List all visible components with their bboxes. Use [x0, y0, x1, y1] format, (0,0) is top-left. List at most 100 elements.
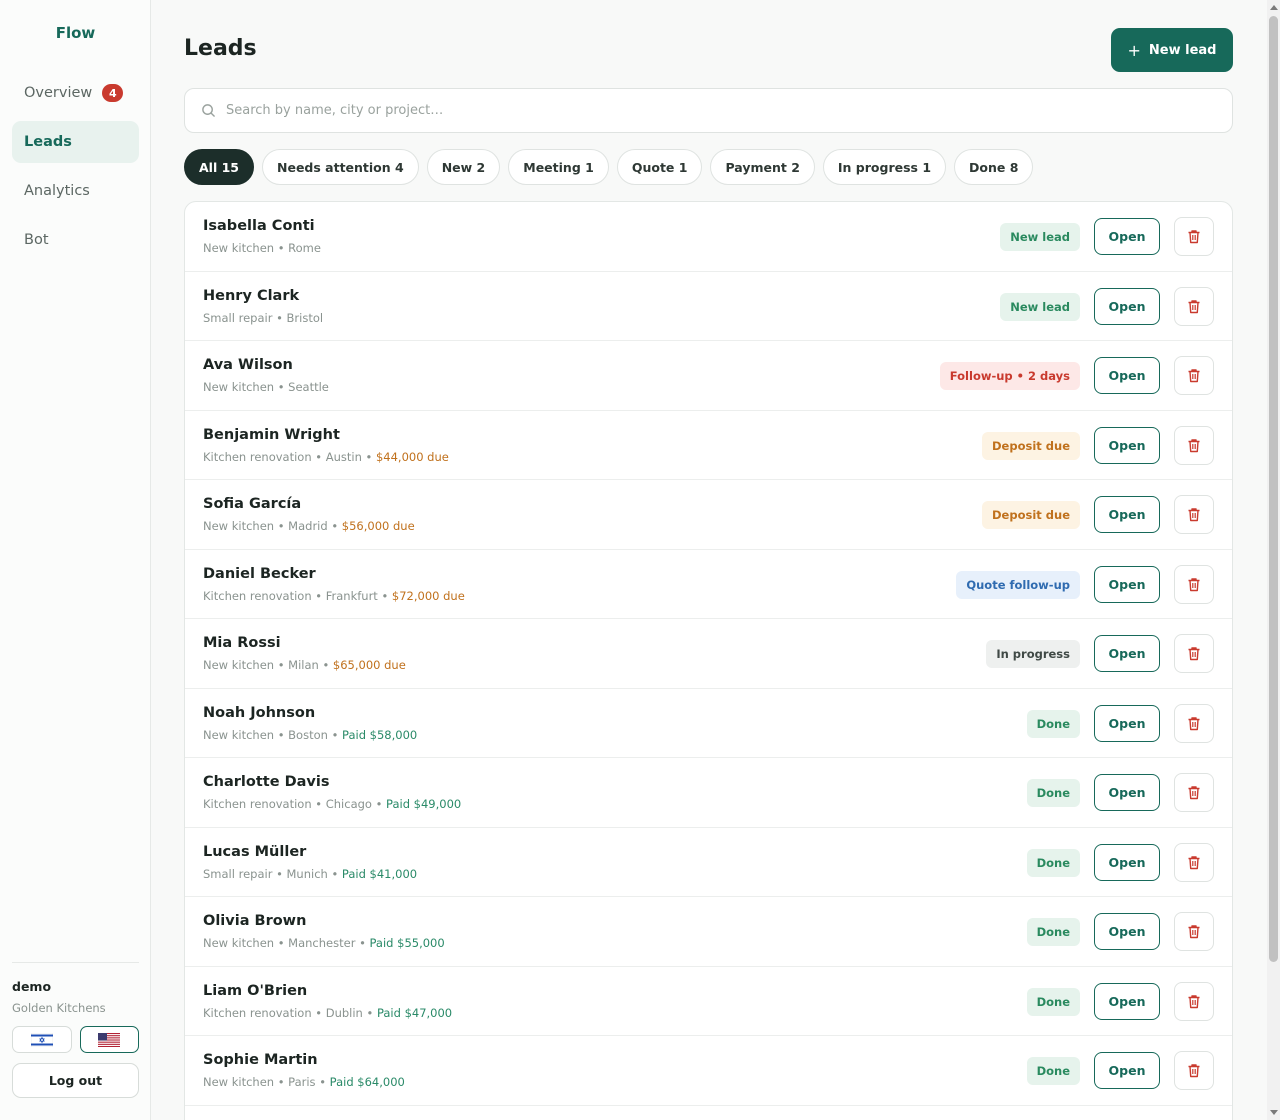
- open-lead-button[interactable]: Open: [1094, 704, 1160, 742]
- lead-details: Small repair • Bristol: [203, 311, 323, 325]
- filter-chip[interactable]: Meeting 1: [508, 149, 609, 185]
- lead-details: Kitchen renovation • Chicago • Paid $49,…: [203, 797, 461, 811]
- trash-icon: [1188, 230, 1200, 244]
- filter-chip[interactable]: Quote 1: [616, 149, 703, 185]
- open-lead-button[interactable]: Open: [1094, 982, 1160, 1020]
- lead-amount: Paid $47,000: [376, 1005, 453, 1020]
- lead-project-city: New kitchen • Milan •: [203, 658, 333, 672]
- delete-lead-button[interactable]: [1174, 356, 1214, 395]
- trash-icon: [1188, 786, 1200, 800]
- delete-lead-button[interactable]: [1174, 217, 1214, 256]
- delete-lead-button[interactable]: [1174, 425, 1214, 465]
- logout-button[interactable]: Log out: [12, 1063, 139, 1098]
- delete-lead-button[interactable]: [1174, 495, 1214, 534]
- lead-name: Sophie Martin: [203, 1052, 318, 1068]
- trash-icon: [1188, 508, 1200, 522]
- notification-badge: 4: [102, 84, 124, 102]
- brand-logo[interactable]: Flow: [0, 24, 151, 42]
- lead-amount: Paid $64,000: [329, 1075, 405, 1089]
- lead-name: Daniel Becker: [203, 565, 316, 582]
- open-lead-button[interactable]: Open: [1094, 774, 1160, 811]
- lead-project-city: New kitchen • Paris •: [203, 1075, 330, 1089]
- sidebar-item-label: Analytics: [24, 183, 90, 199]
- trash-icon: [1188, 925, 1200, 939]
- new-lead-label: New lead: [1148, 42, 1217, 58]
- lead-row: Henry Clark Small repair • Bristol New lea…: [185, 272, 1232, 341]
- lead-name: Lucas Müller: [203, 843, 307, 860]
- lead-amount: Paid $55,000: [369, 936, 445, 950]
- status-badge: Done: [1026, 779, 1080, 807]
- delete-lead-button[interactable]: [1174, 1051, 1214, 1090]
- lead-project-city: Kitchen renovation • Chicago •: [203, 797, 387, 811]
- lead-project-city: Kitchen renovation • Dublin •: [203, 1005, 377, 1020]
- filter-chip[interactable]: Payment 2: [710, 149, 815, 185]
- lead-row: Mia Rossi New kitchen • Milan • $65,000 d…: [185, 619, 1232, 689]
- delete-lead-button[interactable]: [1174, 634, 1214, 673]
- search-bar: [184, 88, 1233, 133]
- status-badge: Done: [1026, 918, 1080, 946]
- lead-amount: Paid $49,000: [386, 797, 462, 811]
- open-lead-button[interactable]: Open: [1094, 287, 1160, 325]
- trash-icon: [1188, 438, 1200, 452]
- open-lead-button[interactable]: Open: [1094, 635, 1160, 672]
- language-hebrew-button[interactable]: [12, 1026, 72, 1053]
- trash-icon: [1188, 994, 1200, 1008]
- delete-lead-button[interactable]: [1174, 286, 1214, 326]
- lead-amount: $72,000 due: [391, 588, 465, 603]
- sidebar-item-label: Bot: [24, 232, 49, 248]
- sidebar-item-bot[interactable]: Bot: [12, 219, 139, 261]
- open-lead-button[interactable]: Open: [1094, 218, 1160, 255]
- open-lead-button[interactable]: Open: [1094, 357, 1160, 394]
- lead-details: New kitchen • Milan • $65,000 due: [203, 658, 406, 672]
- sidebar-item-overview[interactable]: Overview 4: [12, 72, 139, 114]
- search-input[interactable]: [226, 103, 1126, 118]
- delete-lead-button[interactable]: [1174, 564, 1214, 604]
- filter-chip[interactable]: In progress 1: [822, 149, 947, 185]
- lead-details: Kitchen renovation • Dublin • Paid $47,0…: [203, 1006, 452, 1020]
- open-lead-button[interactable]: Open: [1094, 426, 1160, 464]
- status-badge: In progress: [986, 640, 1080, 668]
- delete-lead-button[interactable]: [1174, 912, 1214, 951]
- lead-name: Noah Johnson: [203, 704, 316, 721]
- open-lead-button[interactable]: Open: [1094, 496, 1160, 533]
- filter-chip[interactable]: New 2: [426, 149, 501, 185]
- scroll-down-arrow-icon[interactable]: [1270, 1110, 1278, 1115]
- scroll-thumb[interactable]: [1269, 16, 1278, 962]
- lead-details: Kitchen renovation • Austin • $44,000 du…: [203, 450, 449, 464]
- scroll-up-arrow-icon[interactable]: [1270, 5, 1278, 10]
- lead-name: Ava Wilson: [203, 357, 293, 373]
- us-flag-icon: [98, 1032, 121, 1047]
- status-badge: New lead: [1000, 223, 1080, 251]
- delete-lead-button[interactable]: [1174, 703, 1214, 743]
- sidebar-item-analytics[interactable]: Analytics: [12, 170, 139, 212]
- sidebar-nav: Overview 4 Leads Analytics Bot: [12, 72, 139, 268]
- lead-row: Benjamin Wright Kitchen renovation • Aust…: [185, 411, 1232, 480]
- filter-chip[interactable]: All 15: [184, 149, 254, 185]
- filter-chip[interactable]: Needs attention 4: [262, 149, 419, 185]
- sidebar-item-leads[interactable]: Leads: [12, 121, 139, 163]
- trash-icon: [1188, 1064, 1200, 1078]
- filter-chip[interactable]: Done 8: [954, 149, 1034, 185]
- trash-icon: [1188, 647, 1200, 661]
- delete-lead-button[interactable]: [1174, 773, 1214, 812]
- lead-row: Daniel Becker Kitchen renovation • Frankf…: [185, 550, 1232, 619]
- open-lead-button[interactable]: Open: [1094, 843, 1160, 881]
- language-switcher: [12, 1026, 139, 1053]
- open-lead-button[interactable]: Open: [1094, 913, 1160, 950]
- language-english-button[interactable]: [79, 1026, 139, 1053]
- user-organization: Golden Kitchens: [12, 1001, 106, 1015]
- open-lead-button[interactable]: Open: [1094, 1052, 1160, 1089]
- lead-details: New kitchen • Manchester • Paid $55,000: [203, 936, 445, 950]
- delete-lead-button[interactable]: [1174, 981, 1214, 1021]
- status-badge: Done: [1026, 1057, 1080, 1085]
- lead-name: Benjamin Wright: [203, 426, 340, 443]
- lead-row: Sophie Martin New kitchen • Paris • Paid …: [185, 1036, 1232, 1106]
- plus-icon: +: [1127, 40, 1141, 60]
- delete-lead-button[interactable]: [1174, 842, 1214, 882]
- page-scrollbar[interactable]: [1267, 0, 1280, 1120]
- lead-row: Olivia Brown New kitchen • Manchester • P…: [185, 897, 1232, 967]
- new-lead-button[interactable]: + New lead: [1111, 28, 1233, 72]
- open-lead-button[interactable]: Open: [1094, 565, 1160, 603]
- status-badge: Deposit due: [982, 501, 1080, 529]
- trash-icon: [1188, 577, 1200, 591]
